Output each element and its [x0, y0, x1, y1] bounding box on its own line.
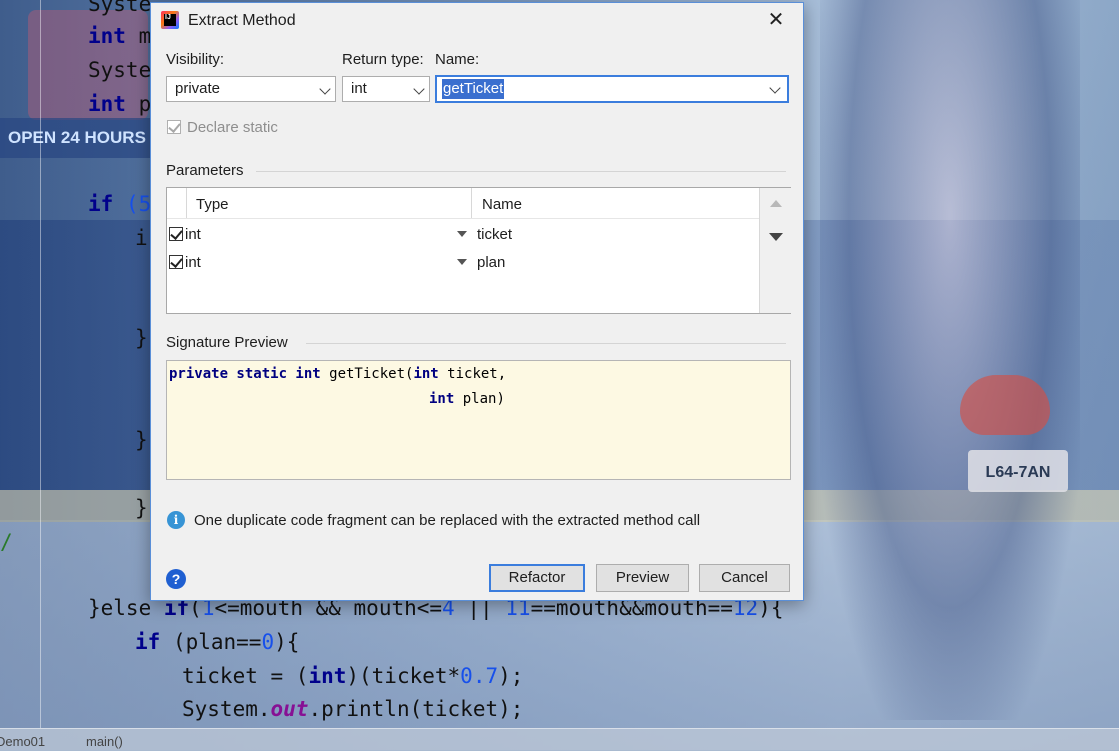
param-name-cell[interactable]: plan — [477, 254, 505, 271]
signature-text: ticket, — [438, 366, 507, 382]
wallpaper-figure — [820, 0, 1080, 720]
code-keyword: int — [308, 664, 347, 688]
preview-button[interactable]: Preview — [596, 564, 689, 592]
intellij-app-icon: IJ — [161, 11, 179, 29]
column-divider — [186, 188, 187, 218]
declare-static-checkbox[interactable] — [167, 120, 181, 134]
code-line-ticket: ticket = (int)(ticket*0.7); — [182, 664, 523, 688]
info-icon: i — [167, 511, 185, 529]
code-line: Syste — [88, 58, 152, 82]
code-line-if-plan: if (plan==0){ — [135, 630, 299, 654]
column-header-name[interactable]: Name — [482, 196, 522, 213]
return-type-value: int — [351, 80, 367, 97]
parameters-table: Type Name int ticket int plan — [166, 187, 791, 314]
chevron-down-icon — [413, 83, 425, 95]
code-text: )(ticket* — [346, 664, 461, 688]
code-line-println: System.out.println(ticket); — [182, 697, 523, 721]
signature-preview: private static int getTicket(int ticket,… — [166, 360, 791, 480]
code-line: } — [135, 496, 148, 520]
visibility-label: Visibility: — [166, 51, 225, 68]
return-type-label: Return type: — [342, 51, 424, 68]
code-text: ticket = ( — [182, 664, 309, 688]
code-text: System. — [182, 697, 271, 721]
code-text: (plan== — [160, 630, 262, 654]
code-keyword: int — [88, 24, 126, 48]
editor-breadcrumb-bar: Demo01 main() — [0, 728, 1119, 751]
refactor-button[interactable]: Refactor — [489, 564, 585, 592]
help-icon[interactable]: ? — [166, 569, 186, 589]
code-line: if (5 — [88, 192, 151, 216]
neon-open-sign: OPEN 24 HOURS — [0, 118, 160, 158]
signature-divider — [306, 343, 786, 344]
license-plate: L64-7AN — [968, 450, 1068, 492]
name-label: Name: — [435, 51, 480, 68]
signature-text: getTicket( — [320, 366, 414, 382]
declare-static-label: Declare static — [187, 119, 278, 136]
param-checkbox-plan[interactable] — [169, 255, 183, 269]
cancel-button[interactable]: Cancel — [699, 564, 790, 592]
param-type-cell[interactable]: int — [185, 226, 201, 243]
duplicate-info-text: One duplicate code fragment can be repla… — [194, 512, 701, 529]
dropdown-arrow-icon[interactable] — [457, 259, 467, 265]
signature-keyword: int — [429, 391, 455, 407]
param-checkbox-ticket[interactable] — [169, 227, 183, 241]
code-keyword: if — [88, 192, 114, 216]
breadcrumb-method[interactable]: main() — [86, 734, 123, 749]
method-name-input[interactable]: getTicket — [435, 75, 789, 103]
close-icon[interactable]: ✕ — [765, 9, 787, 31]
extract-method-dialog: IJ Extract Method ✕ Visibility: Return t… — [150, 2, 804, 601]
move-down-icon[interactable] — [769, 233, 783, 241]
scooter-taillight — [960, 375, 1050, 435]
code-text: (5 — [113, 192, 152, 216]
signature-keyword: private static int — [169, 366, 321, 382]
move-up-icon[interactable] — [770, 200, 782, 207]
code-line: } — [135, 428, 148, 452]
param-name-cell[interactable]: ticket — [477, 226, 512, 243]
code-number: 0.7 — [460, 664, 499, 688]
editor-gutter-line — [40, 0, 41, 728]
code-field: out — [270, 697, 309, 721]
signature-line-2: int plan) — [429, 391, 505, 407]
signature-text: plan) — [454, 391, 505, 407]
method-name-value: getTicket — [442, 79, 505, 99]
signature-preview-label: Signature Preview — [166, 334, 288, 351]
chevron-down-icon — [319, 83, 331, 95]
code-number: 0 — [261, 630, 275, 654]
code-keyword: int — [88, 92, 126, 116]
signature-keyword: int — [413, 366, 439, 382]
code-line: / — [0, 530, 13, 554]
chevron-down-icon[interactable] — [769, 82, 781, 94]
code-text: ){ — [274, 630, 300, 654]
code-text: .println(ticket); — [308, 697, 524, 721]
code-keyword: if — [135, 630, 161, 654]
signature-line-1: private static int getTicket(int ticket, — [169, 366, 506, 382]
code-line: Syste — [88, 0, 152, 16]
param-type-cell[interactable]: int — [185, 254, 201, 271]
breadcrumb-class[interactable]: Demo01 — [0, 734, 45, 749]
dropdown-arrow-icon[interactable] — [457, 231, 467, 237]
code-text: ); — [498, 664, 524, 688]
parameters-divider — [256, 171, 786, 172]
visibility-value: private — [175, 80, 221, 97]
column-header-type[interactable]: Type — [196, 196, 229, 213]
parameters-label: Parameters — [166, 162, 244, 179]
dialog-titlebar[interactable]: IJ Extract Method ✕ — [151, 3, 803, 39]
code-line: } — [135, 326, 148, 350]
visibility-select[interactable]: private — [166, 76, 336, 102]
parameters-scrollbar[interactable] — [759, 188, 791, 313]
code-line: i — [135, 226, 148, 250]
return-type-select[interactable]: int — [342, 76, 430, 102]
dialog-title: Extract Method — [188, 12, 296, 29]
header-divider — [167, 218, 759, 219]
column-divider — [471, 188, 472, 218]
